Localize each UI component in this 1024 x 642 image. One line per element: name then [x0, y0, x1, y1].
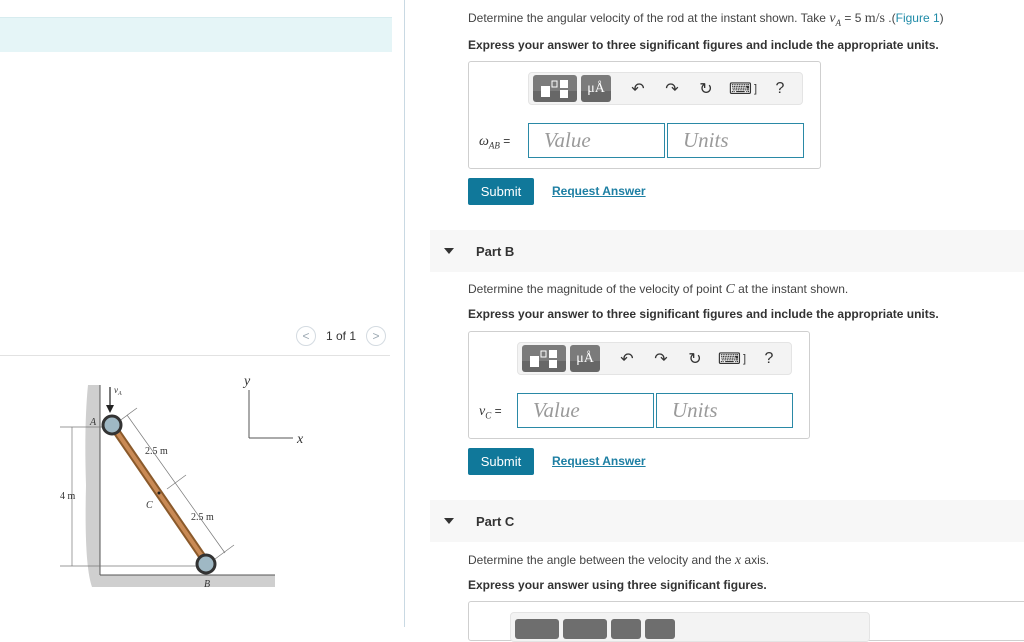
templates-button[interactable] [522, 345, 566, 372]
undo-button[interactable]: ↶ [621, 79, 655, 99]
dim-rod [126, 414, 226, 554]
part-a-toolbar: μÅ ↶ ↷ ↻ ⌨] ? [528, 72, 803, 105]
roller-b [195, 553, 217, 575]
units-button[interactable] [563, 619, 607, 639]
point-c [157, 491, 161, 495]
redo-icon: ↷ [665, 80, 679, 98]
part-b-instruction: Express your answer to three significant… [468, 307, 939, 321]
rod-figure: 4 m 2.5 m 2.5 m C A B vA y x [60, 374, 304, 590]
part-c-answer-box [468, 601, 1024, 642]
part-b-title: Part B [476, 243, 515, 259]
prompt-unit: m/s [864, 11, 885, 26]
redo-button[interactable]: ↷ [655, 79, 689, 99]
prompt-close: ) [939, 11, 944, 25]
y-axis-label: y [242, 374, 251, 389]
redo-button[interactable]: ↷ [644, 349, 678, 369]
prev-figure-button[interactable]: < [296, 326, 316, 346]
omega-ab-label: ωAB = [479, 134, 511, 151]
upper-length-label: 2.5 m [145, 446, 168, 457]
request-answer-link[interactable]: Request Answer [552, 184, 646, 198]
units-button[interactable]: μÅ [581, 75, 611, 102]
label-b: B [204, 579, 210, 590]
templates-button[interactable] [515, 619, 559, 639]
reset-button[interactable]: ↻ [678, 349, 712, 369]
undo-icon: ↶ [631, 80, 645, 98]
units-icon: μÅ [587, 80, 605, 96]
pager-text: 1 of 1 [326, 329, 357, 343]
part-a-instruction: Express your answer to three significant… [468, 38, 939, 52]
va-arrow-head [106, 405, 114, 413]
prompt-eq: = 5 [841, 11, 865, 25]
units-button[interactable]: μÅ [570, 345, 600, 372]
templates-button[interactable] [533, 75, 577, 102]
units-icon: μÅ [576, 350, 594, 366]
help-button[interactable]: ? [752, 350, 786, 368]
lower-length-label: 2.5 m [191, 512, 214, 523]
reset-icon: ↻ [699, 80, 713, 98]
next-figure-button[interactable]: > [366, 326, 387, 346]
help-button[interactable]: ? [763, 80, 797, 98]
units-input[interactable]: Units [656, 393, 793, 428]
submit-button[interactable]: Submit [468, 178, 534, 205]
part-b-answer-box: μÅ ↶ ↷ ↻ ⌨] ? vC = Value Units [468, 331, 810, 439]
label-a: A [89, 417, 97, 428]
prompt-text: Determine the angular velocity of the ro… [468, 11, 830, 25]
figure-panel: < 1 of 1 > 4 m 2.5 m 2.5 m C A B vA y x [0, 0, 405, 627]
keyboard-button[interactable]: ⌨] [723, 79, 763, 99]
figure-pager: < 1 of 1 > [296, 326, 387, 346]
prompt-var: C [725, 282, 735, 297]
part-a-prompt: Determine the angular velocity of the ro… [468, 11, 944, 28]
figure-link[interactable]: Figure 1 [896, 11, 940, 25]
va-label: vA [114, 385, 122, 397]
prompt-post: .( [884, 11, 896, 25]
prompt-var: vA [829, 11, 842, 28]
part-c-title: Part C [476, 513, 515, 529]
undo-button[interactable]: ↶ [610, 349, 644, 369]
keyboard-icon: ⌨ [717, 350, 742, 368]
part-b-header[interactable]: Part B [430, 230, 1024, 272]
part-c-prompt: Determine the angle between the velocity… [468, 553, 770, 568]
roller-a [101, 414, 123, 436]
toolbar-button[interactable] [645, 619, 675, 639]
part-c-toolbar [510, 612, 870, 642]
dim-tick-bot [214, 544, 235, 560]
vc-label: vC = [479, 404, 502, 421]
submit-button[interactable]: Submit [468, 448, 534, 475]
value-input[interactable]: Value [528, 123, 665, 158]
redo-icon: ↷ [654, 350, 668, 368]
templates-icon [541, 79, 568, 98]
toolbar-button[interactable] [611, 619, 641, 639]
divider [0, 355, 390, 356]
templates-icon [530, 349, 557, 368]
question-panel: Determine the angular velocity of the ro… [406, 0, 1024, 642]
keyboard-icon: ⌨ [728, 80, 753, 98]
undo-icon: ↶ [620, 350, 634, 368]
label-c: C [146, 500, 153, 511]
request-answer-link[interactable]: Request Answer [552, 454, 646, 468]
figure-banner [0, 17, 392, 52]
caret-down-icon [444, 518, 454, 524]
keyboard-button[interactable]: ⌨] [712, 349, 752, 369]
part-b-toolbar: μÅ ↶ ↷ ↻ ⌨] ? [517, 342, 792, 375]
value-input[interactable]: Value [517, 393, 654, 428]
part-a-answer-box: μÅ ↶ ↷ ↻ ⌨] ? ωAB = Value Units [468, 61, 821, 169]
units-input[interactable]: Units [667, 123, 804, 158]
help-icon: ? [764, 349, 774, 367]
x-axis-label: x [296, 432, 304, 447]
part-c-header[interactable]: Part C [430, 500, 1024, 542]
part-c-instruction: Express your answer using three signific… [468, 578, 767, 592]
reset-icon: ↻ [688, 350, 702, 368]
help-icon: ? [775, 79, 785, 97]
height-label: 4 m [60, 491, 76, 502]
part-b-prompt: Determine the magnitude of the velocity … [468, 282, 849, 297]
dim-tick-mid [166, 474, 187, 490]
caret-down-icon [444, 248, 454, 254]
reset-button[interactable]: ↻ [689, 79, 723, 99]
